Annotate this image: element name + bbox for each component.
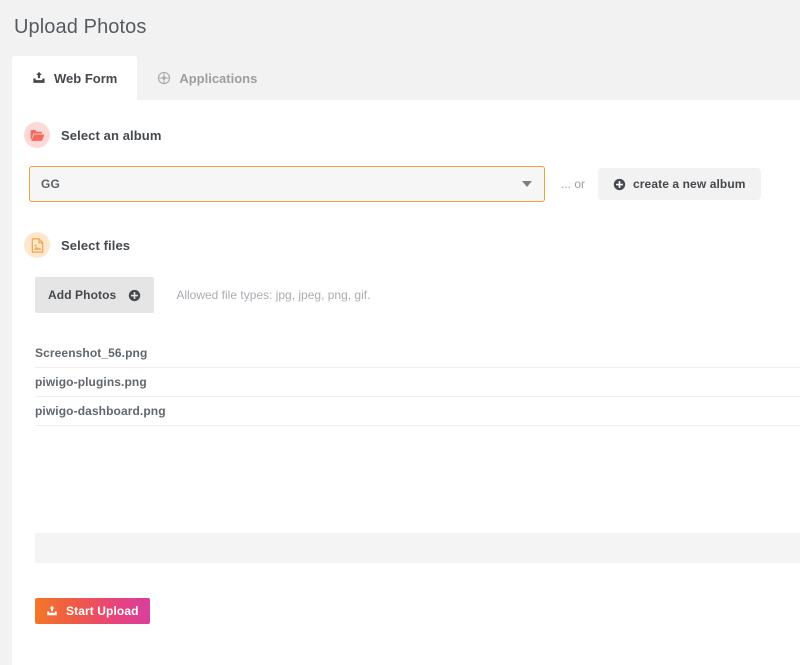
file-name: piwigo-dashboard.png bbox=[35, 404, 166, 418]
section-select-files-title: Select files bbox=[61, 237, 131, 253]
section-select-album: Select an album bbox=[12, 100, 800, 148]
add-photos-row: Add Photos Allowed file types: jpg, jpeg… bbox=[12, 258, 800, 313]
file-image-icon bbox=[24, 232, 50, 258]
file-name: piwigo-plugins.png bbox=[35, 375, 147, 389]
upload-icon bbox=[32, 71, 46, 85]
section-select-files: Select files bbox=[12, 202, 800, 258]
selected-files-list: Screenshot_56.png piwigo-plugins.png piw… bbox=[12, 339, 800, 426]
applications-icon bbox=[157, 71, 171, 85]
upload-form-panel: Select an album GG ... or create a new a… bbox=[12, 100, 800, 665]
add-photos-button[interactable]: Add Photos bbox=[35, 277, 155, 313]
page-title: Upload Photos bbox=[14, 16, 147, 38]
upload-progress-bar bbox=[35, 533, 800, 563]
plus-circle-icon bbox=[128, 289, 141, 302]
create-new-album-label: create a new album bbox=[633, 177, 746, 191]
tab-web-form[interactable]: Web Form bbox=[12, 56, 138, 100]
upload-icon bbox=[46, 605, 58, 617]
start-upload-button[interactable]: Start Upload bbox=[35, 598, 150, 624]
page-header: Upload Photos bbox=[0, 0, 800, 56]
tab-applications[interactable]: Applications bbox=[137, 56, 277, 100]
or-separator-label: ... or bbox=[561, 177, 586, 191]
start-upload-label: Start Upload bbox=[66, 604, 139, 618]
album-row: GG ... or create a new album bbox=[12, 148, 800, 202]
file-list-item[interactable]: piwigo-dashboard.png bbox=[35, 397, 800, 426]
form-footer: Start Upload bbox=[12, 563, 800, 624]
tab-web-form-label: Web Form bbox=[54, 70, 118, 86]
file-name: Screenshot_56.png bbox=[35, 346, 148, 360]
folder-open-icon bbox=[24, 122, 50, 148]
add-photos-label: Add Photos bbox=[48, 288, 117, 302]
album-select-value: GG bbox=[41, 177, 61, 191]
section-select-album-title: Select an album bbox=[61, 127, 162, 143]
plus-circle-icon bbox=[613, 178, 626, 191]
album-select[interactable]: GG bbox=[29, 166, 545, 202]
tab-applications-label: Applications bbox=[179, 70, 258, 86]
create-new-album-button[interactable]: create a new album bbox=[598, 168, 761, 200]
chevron-down-icon bbox=[522, 181, 532, 187]
file-list-item[interactable]: piwigo-plugins.png bbox=[35, 368, 800, 397]
allowed-file-types-label: Allowed file types: jpg, jpeg, png, gif. bbox=[176, 288, 371, 302]
tab-strip: Web Form Applications bbox=[0, 56, 800, 100]
file-list-item[interactable]: Screenshot_56.png bbox=[35, 339, 800, 368]
